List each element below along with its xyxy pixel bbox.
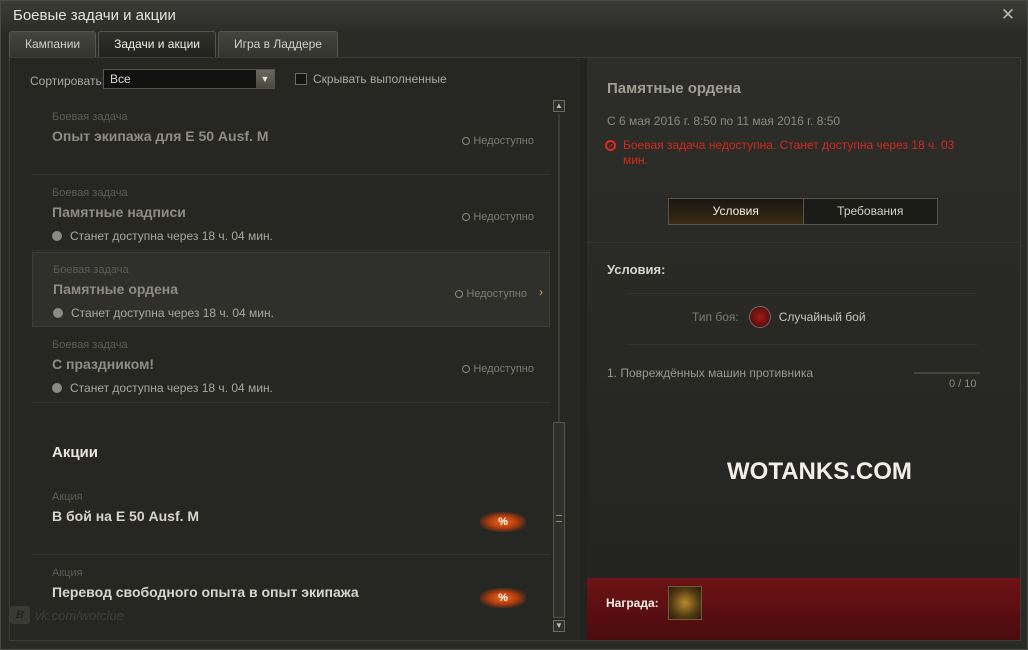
tab-ladder[interactable]: Игра в Ладдере (218, 31, 338, 57)
discount-badge: % (480, 588, 526, 608)
action-type: Акция (52, 567, 83, 579)
hide-completed-checkbox[interactable] (295, 73, 307, 85)
lock-icon (462, 365, 471, 373)
detail-title: Памятные ордена (607, 80, 741, 97)
tab-campaigns[interactable]: Кампании (9, 31, 97, 57)
watermark-text: vk.com/wotclue (35, 607, 124, 623)
quest-type: Боевая задача (52, 111, 128, 123)
reward-icon[interactable] (668, 586, 702, 620)
quests-window: Боевые задачи и акции ✕ Кампании Задачи … (0, 0, 1028, 650)
detail-error: Боевая задача недоступна. Станет доступн… (605, 138, 965, 168)
progress-bar (914, 372, 980, 374)
action-type: Акция (52, 491, 83, 503)
quest-status: Недоступно (462, 211, 534, 223)
hide-completed-toggle[interactable]: Скрывать выполненные (295, 72, 447, 86)
action-name: Перевод свободного опыта в опыт экипажа (52, 584, 359, 600)
quest-availability-text: Станет доступна через 18 ч. 04 мин. (70, 229, 273, 243)
sort-label: Сортировать: (30, 74, 106, 88)
quest-item-selected[interactable]: Боевая задача Памятные ордена Недоступно… (32, 252, 550, 327)
quest-status-text: Недоступно (466, 288, 527, 300)
quest-item[interactable]: Боевая задача Памятные надписи Недоступн… (32, 176, 550, 251)
tab-conditions[interactable]: Условия (669, 199, 804, 224)
action-name: В бой на Е 50 Ausf. M (52, 508, 200, 524)
quest-name: Памятные ордена (53, 281, 178, 297)
battle-type-row: Тип боя: Случайный бой (692, 306, 866, 328)
scroll-thumb[interactable] (553, 422, 565, 618)
detail-dates: С 6 мая 2016 г. 8:50 по 11 мая 2016 г. 8… (607, 114, 841, 128)
quest-status: Недоступно (455, 288, 527, 300)
divider (587, 242, 1020, 243)
sort-select[interactable]: Все ▼ (103, 69, 275, 89)
battle-type-label: Тип боя: (692, 310, 739, 324)
clock-icon (52, 383, 62, 393)
lock-icon (462, 213, 471, 221)
error-icon (605, 140, 616, 151)
tab-quests-actions[interactable]: Задачи и акции (98, 31, 216, 57)
watermark: B vk.com/wotclue (10, 606, 124, 624)
battle-type-icon (748, 306, 771, 328)
quest-type: Боевая задача (53, 264, 129, 276)
quest-type: Боевая задача (52, 339, 128, 351)
list-scrollbar[interactable]: ▲ ▼ (553, 100, 565, 632)
tab-bar: Кампании Задачи и акции Игра в Ладдере (9, 31, 340, 57)
grip-icon (556, 515, 562, 522)
clock-icon (52, 231, 62, 241)
actions-section-header: Акции (52, 444, 99, 461)
quest-item[interactable]: Боевая задача Опыт экипажа для Е 50 Ausf… (32, 100, 550, 175)
quest-availability: Станет доступна через 18 ч. 04 мин. (52, 381, 273, 395)
quest-status: Недоступно (462, 135, 534, 147)
chevron-right-icon: › (539, 285, 543, 299)
quest-type: Боевая задача (52, 187, 128, 199)
chevron-down-icon[interactable]: ▼ (256, 70, 274, 88)
quest-status-text: Недоступно (473, 363, 534, 375)
window-title: Боевые задачи и акции (13, 7, 176, 24)
quest-name: Памятные надписи (52, 204, 186, 220)
detail-subtabs: Условия Требования (668, 198, 938, 225)
scroll-down-button[interactable]: ▼ (553, 620, 565, 632)
sort-value: Все (110, 72, 131, 86)
content-area: Сортировать: Все ▼ Скрывать выполненные … (9, 57, 1021, 641)
quest-status-text: Недоступно (473, 135, 534, 147)
detail-error-text: Боевая задача недоступна. Станет доступн… (623, 138, 955, 167)
scroll-up-button[interactable]: ▲ (553, 100, 565, 112)
clock-icon (53, 308, 63, 318)
quest-availability: Станет доступна через 18 ч. 04 мин. (53, 306, 274, 320)
progress-value: 0 / 10 (949, 378, 977, 390)
quest-status-text: Недоступно (473, 211, 534, 223)
quest-name: С праздником! (52, 356, 155, 372)
lock-icon (455, 290, 464, 298)
site-watermark: WOTANKS.COM (727, 458, 912, 485)
quest-detail-panel: Памятные ордена С 6 мая 2016 г. 8:50 по … (587, 58, 1020, 640)
tab-requirements[interactable]: Требования (804, 199, 938, 224)
quest-availability-text: Станет доступна через 18 ч. 04 мин. (71, 306, 274, 320)
discount-badge: % (480, 512, 526, 532)
condition-text: 1. Повреждённых машин противника (607, 366, 814, 380)
action-item[interactable]: Акция В бой на Е 50 Ausf. M % (32, 480, 550, 555)
vk-icon: B (10, 606, 30, 624)
divider (627, 344, 977, 345)
hide-completed-label: Скрывать выполненные (313, 72, 447, 86)
lock-icon (462, 137, 471, 145)
close-icon[interactable]: ✕ (999, 6, 1017, 24)
quest-list: Боевая задача Опыт экипажа для Е 50 Ausf… (32, 100, 550, 630)
quest-name: Опыт экипажа для Е 50 Ausf. M (52, 128, 269, 144)
quest-list-panel: Сортировать: Все ▼ Скрывать выполненные … (10, 58, 580, 640)
reward-label: Награда: (606, 596, 659, 610)
battle-type-value: Случайный бой (778, 310, 866, 324)
quest-availability-text: Станет доступна через 18 ч. 04 мин. (70, 381, 273, 395)
quest-item[interactable]: Боевая задача С праздником! Недоступно С… (32, 328, 550, 403)
title-bar: Боевые задачи и акции ✕ (1, 1, 1027, 31)
reward-bar: Награда: (587, 578, 1020, 640)
divider (627, 293, 977, 294)
quest-availability: Станет доступна через 18 ч. 04 мин. (52, 229, 273, 243)
conditions-label: Условия: (607, 262, 666, 277)
quest-status: Недоступно (462, 363, 534, 375)
